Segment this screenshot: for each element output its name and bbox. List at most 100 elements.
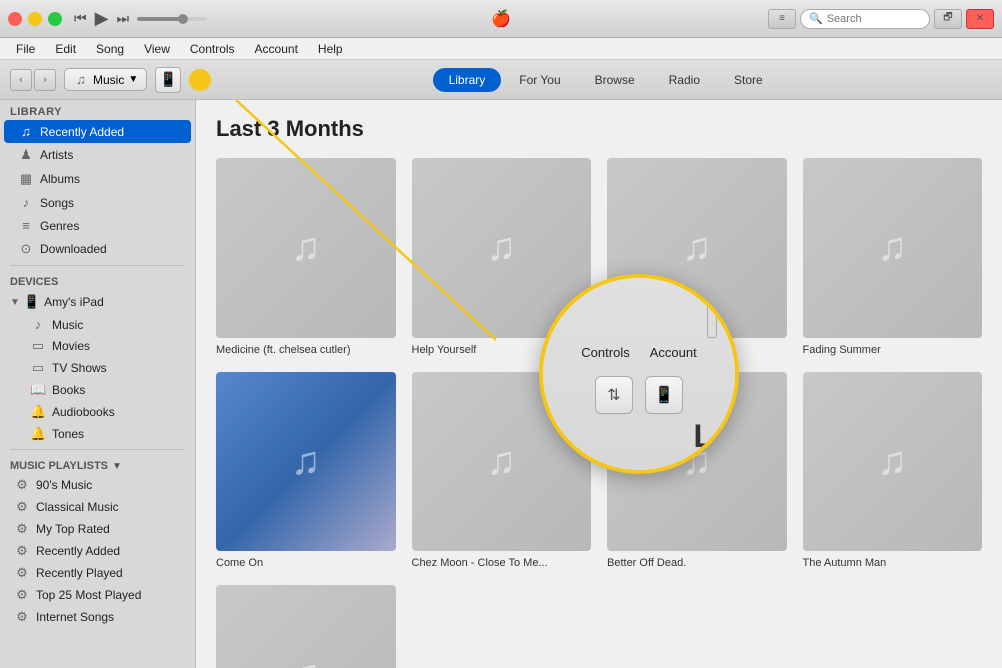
album-card-fadingsummer[interactable]: ♫ Fading Summer	[803, 158, 983, 356]
album-art-row3-1: ♫	[216, 585, 396, 668]
playlist-top25[interactable]: ⚙ Top 25 Most Played	[0, 584, 195, 606]
sidebar-scroll[interactable]: Library ♫ Recently Added ♟ Artists ▦ Alb…	[0, 100, 195, 668]
tab-browse[interactable]: Browse	[579, 68, 651, 92]
device-tones-icon: 🔔	[30, 426, 46, 442]
album-art-medicine: ♫	[216, 158, 396, 338]
content-area[interactable]: Last 3 Months ♫ Medicine (ft. chelsea cu…	[196, 100, 1002, 668]
sidebar-genres-label: Genres	[40, 219, 79, 233]
device-name-label: Amy's iPad	[44, 295, 104, 309]
sidebar-item-albums[interactable]: ▦ Albums	[4, 167, 191, 191]
tab-radio[interactable]: Radio	[653, 68, 716, 92]
album-title-chezmoon: Chez Moon - Close To Me...	[412, 557, 592, 569]
tab-store[interactable]: Store	[718, 68, 779, 92]
album-title-medicine: Medicine (ft. chelsea cutler)	[216, 344, 396, 356]
tab-library[interactable]: Library	[433, 68, 502, 92]
playlist-top25-icon: ⚙	[14, 587, 30, 603]
zoom-account-label: Account	[650, 345, 697, 360]
play-button[interactable]: ▶	[95, 8, 109, 29]
playlist-90s-label: 90's Music	[36, 478, 92, 492]
search-box[interactable]: 🔍	[800, 9, 930, 29]
win-close-button[interactable]: ✕	[966, 9, 994, 29]
playlist-classical[interactable]: ⚙ Classical Music	[0, 496, 195, 518]
sidebar-item-recently-added[interactable]: ♫ Recently Added	[4, 120, 191, 143]
zoom-letter-l: L	[693, 418, 713, 455]
album-title-betterofdead: Better Off Dead.	[607, 557, 787, 569]
album-card-medicine[interactable]: ♫ Medicine (ft. chelsea cutler)	[216, 158, 396, 356]
album-card-row3-1[interactable]: ♫	[216, 585, 396, 668]
zoom-content: Controls Account ⇅ 📱 L	[543, 278, 735, 470]
menu-view[interactable]: View	[136, 40, 178, 58]
device-icon-button[interactable]: 📱	[155, 67, 181, 93]
sidebar-artists-label: Artists	[40, 148, 73, 162]
library-section-header: Library	[0, 100, 195, 120]
menu-help[interactable]: Help	[310, 40, 351, 58]
sidebar-item-movies[interactable]: ▭ Movies	[0, 335, 195, 357]
album-card-autumnman[interactable]: ♫ The Autumn Man	[803, 372, 983, 570]
music-selector[interactable]: ♫ Music ▼	[64, 68, 147, 91]
sidebar: Library ♫ Recently Added ♟ Artists ▦ Alb…	[0, 100, 196, 668]
forward-button[interactable]: ›	[34, 69, 56, 91]
playlists-label: Music Playlists	[10, 460, 108, 472]
search-icon: 🔍	[809, 12, 823, 25]
sidebar-item-music[interactable]: ♪ Music	[0, 314, 195, 335]
playlist-90s-icon: ⚙	[14, 477, 30, 493]
sidebar-item-genres[interactable]: ≡ Genres	[4, 214, 191, 237]
album-title-autumnman: The Autumn Man	[803, 557, 983, 569]
maximize-button[interactable]	[48, 12, 62, 26]
menu-file[interactable]: File	[8, 40, 43, 58]
menu-song[interactable]: Song	[88, 40, 132, 58]
rewind-button[interactable]: ⏮	[74, 10, 87, 27]
nav-arrows: ‹ ›	[10, 69, 56, 91]
album-card-comeon[interactable]: ♫ Come On	[216, 372, 396, 570]
sidebar-item-audiobooks[interactable]: 🔔 Audiobooks	[0, 401, 195, 423]
chevron-down-icon: ▼	[128, 74, 138, 85]
tab-foryou[interactable]: For You	[503, 68, 576, 92]
playlist-toprated-label: My Top Rated	[36, 522, 110, 536]
playlist-top25-label: Top 25 Most Played	[36, 588, 141, 602]
back-button[interactable]: ‹	[10, 69, 32, 91]
device-music-icon: ♪	[30, 317, 46, 332]
sidebar-item-tvshows[interactable]: ▭ TV Shows	[0, 357, 195, 379]
volume-slider[interactable]	[137, 17, 207, 21]
zoom-scroll-area	[707, 288, 717, 338]
sidebar-item-songs[interactable]: ♪ Songs	[4, 191, 191, 214]
zoom-device-button[interactable]: 📱	[645, 376, 683, 414]
album-art-comeon: ♫	[216, 372, 396, 552]
menu-account[interactable]: Account	[247, 40, 306, 58]
playlist-recentlyplayed[interactable]: ⚙ Recently Played	[0, 562, 195, 584]
playlist-internet-icon: ⚙	[14, 609, 30, 625]
list-view-button[interactable]: ≡	[768, 9, 796, 29]
playlist-classical-label: Classical Music	[36, 500, 119, 514]
sidebar-item-artists[interactable]: ♟ Artists	[4, 143, 191, 167]
sidebar-recently-added-label: Recently Added	[40, 125, 124, 139]
sidebar-item-downloaded[interactable]: ⊙ Downloaded	[4, 237, 191, 261]
nav-bar: ‹ › ♫ Music ▼ 📱 Library For You Browse R…	[0, 60, 1002, 100]
playlist-recentlyplayed-label: Recently Played	[36, 566, 123, 580]
menu-controls[interactable]: Controls	[182, 40, 243, 58]
playlist-internet[interactable]: ⚙ Internet Songs	[0, 606, 195, 628]
sidebar-songs-label: Songs	[40, 196, 74, 210]
transport-controls: ⏮ ▶ ⏭	[74, 8, 207, 29]
playlist-recentlyadded[interactable]: ⚙ Recently Added	[0, 540, 195, 562]
zoom-icon-buttons: ⇅ 📱	[595, 376, 683, 414]
fastforward-button[interactable]: ⏭	[116, 10, 129, 27]
playlist-90s[interactable]: ⚙ 90's Music	[0, 474, 195, 496]
volume-thumb	[178, 14, 188, 24]
sidebar-item-tones[interactable]: 🔔 Tones	[0, 423, 195, 445]
zoom-menu-items: Controls Account	[581, 345, 696, 360]
sidebar-item-books[interactable]: 📖 Books	[0, 379, 195, 401]
playlist-recentlyplayed-icon: ⚙	[14, 565, 30, 581]
playlist-recentlyadded-icon: ⚙	[14, 543, 30, 559]
device-ipad[interactable]: ▼ 📱 Amy's iPad	[0, 290, 195, 314]
minimize-button[interactable]	[28, 12, 42, 26]
menu-bar: File Edit Song View Controls Account Hel…	[0, 38, 1002, 60]
playlists-section-header[interactable]: Music Playlists ▼	[0, 454, 195, 474]
notification-dot	[189, 69, 211, 91]
close-button[interactable]	[8, 12, 22, 26]
menu-edit[interactable]: Edit	[47, 40, 84, 58]
playlist-mytorated[interactable]: ⚙ My Top Rated	[0, 518, 195, 540]
search-input[interactable]	[827, 13, 921, 25]
zoom-updown-button[interactable]: ⇅	[595, 376, 633, 414]
restore-button[interactable]: 🗗	[934, 9, 962, 29]
album-art-autumnman: ♫	[803, 372, 983, 552]
